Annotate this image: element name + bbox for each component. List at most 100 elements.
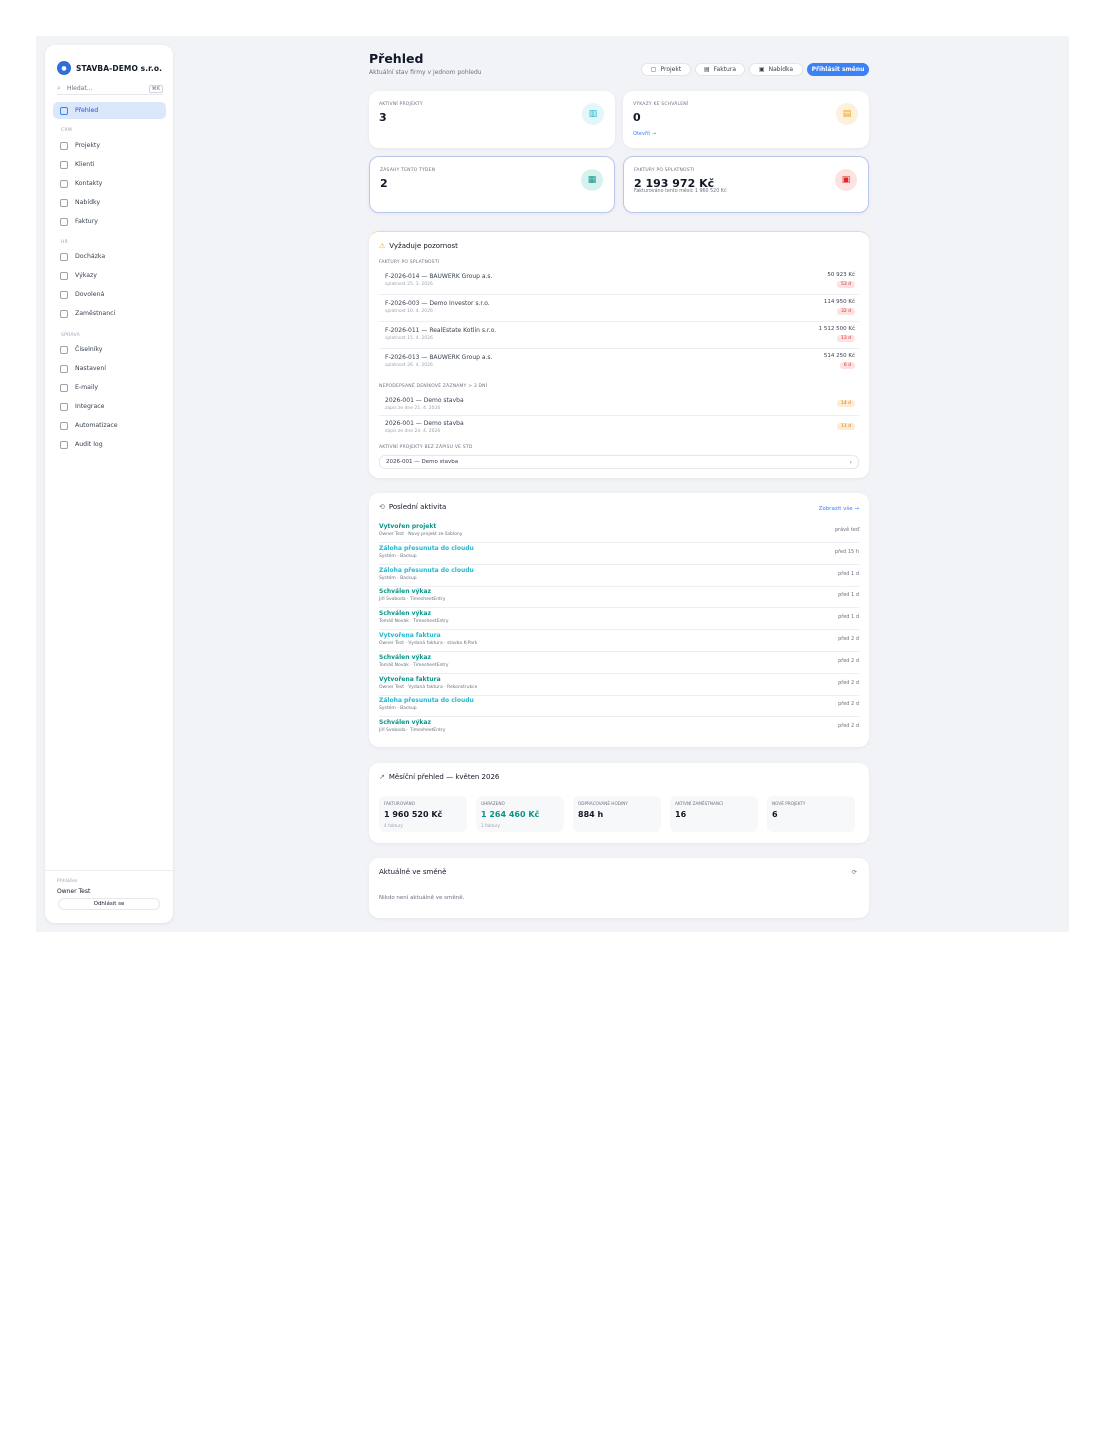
activity-sub: Owner Test · Vydaná faktura · Rekonstruk… <box>379 684 478 690</box>
chevron-right-icon: › <box>849 458 852 466</box>
grid-icon <box>60 106 68 115</box>
stale-diary-row[interactable]: 2026-001 — Demo stavba zápis ze dne 24. 4… <box>379 417 859 439</box>
invoice-icon: ▣ <box>835 169 857 191</box>
project-icon: ▢ <box>650 66 657 73</box>
logout-button[interactable]: Odhlásit se <box>58 898 160 910</box>
attention-panel: ⚠ Vyžaduje pozornost FAKTURY PO SPLATNOST… <box>369 231 869 478</box>
page-subtitle: Aktuální stav firmy v jednom pohledu <box>369 69 482 76</box>
sidebar-item-nabidky[interactable]: Nabídky <box>53 194 166 211</box>
stat-subtext: Fakturováno tento měsíc 1 960 520 Kč <box>634 189 727 194</box>
button-label: Faktura <box>713 66 737 73</box>
sidebar-item-label: Výkazy <box>75 272 97 279</box>
search-placeholder: Hledat... <box>67 85 93 92</box>
activity-title: Vytvořena faktura <box>379 675 441 683</box>
sidebar-item-prehled[interactable]: Přehled <box>53 102 166 119</box>
sidebar-item-dovolena[interactable]: Dovolená <box>53 286 166 303</box>
overdue-badge: 6 d <box>839 362 855 369</box>
overdue-amount: 514 250 Kč <box>823 353 855 359</box>
history-icon: ⟲ <box>379 503 385 511</box>
stat-card-pending-reports[interactable]: VÝKAZY KE SCHVÁLENÍ 0 ▤ Otevřít → <box>623 91 869 148</box>
clock-in-button[interactable]: Přihlásit směnu <box>807 63 869 76</box>
stale-diary-row[interactable]: 2026-001 — Demo stavba zápis ze dne 21. 4… <box>379 394 859 416</box>
activity-row[interactable]: Záloha přesunuta do cloudu Systém · Backu… <box>379 543 859 565</box>
activity-title: Vytvořen projekt <box>379 523 437 530</box>
activity-row[interactable]: Vytvořen projekt Owner Test · Nový projek… <box>379 521 859 543</box>
sidebar-item-projekty[interactable]: Projekty <box>53 137 166 154</box>
new-invoice-button[interactable]: ▤ Faktura <box>695 63 745 76</box>
sidebar-item-klienti[interactable]: Klienti <box>53 156 166 173</box>
sidebar-item-kontakty[interactable]: Kontakty <box>53 175 166 192</box>
sidebar-item-faktury[interactable]: Faktury <box>53 213 166 230</box>
new-project-button[interactable]: ▢ Projekt <box>641 63 691 76</box>
activity-row[interactable]: Vytvořena faktura Owner Test · Vydaná fak… <box>379 674 859 696</box>
button-label: Projekt <box>660 66 682 73</box>
overdue-row[interactable]: F-2026-003 — Demo Investor s.r.o. splatno… <box>379 296 859 322</box>
sidebar-item-automatizace[interactable]: Automatizace <box>53 417 166 434</box>
overdue-title: F-2026-013 — BAUWERK Group a.s. <box>385 354 493 361</box>
stat-card-active-projects[interactable]: AKTIVNÍ PROJEKTY 3 ▥ <box>369 91 615 148</box>
activity-row[interactable]: Schválen výkaz Tomáš Novák · TimesheetEnt… <box>379 608 859 631</box>
sidebar-item-nastaveni[interactable]: Nastavení <box>53 360 166 377</box>
shift-panel: Aktuálně ve směně ⟳ Nikdo není aktuálně … <box>369 858 869 918</box>
contact-icon <box>60 179 68 188</box>
activity-row[interactable]: Záloha přesunuta do cloudu Systém · Backu… <box>379 565 859 587</box>
shift-title: Aktuálně ve směně <box>379 868 447 876</box>
sidebar-item-label: Integrace <box>75 403 105 410</box>
no-entry-project-row[interactable]: 2026-001 — Demo stavba › <box>379 455 859 469</box>
overdue-badge: 13 d <box>836 335 855 342</box>
activity-sub: Owner Test · Nový projekt ze šablony <box>379 532 463 537</box>
sidebar-footer-divider <box>45 870 173 871</box>
open-reports-link[interactable]: Otevřít → <box>633 131 656 137</box>
activity-row[interactable]: Schválen výkaz Jiří Svoboda · TimesheetEn… <box>379 717 859 739</box>
sidebar-item-label: Dovolená <box>75 291 105 298</box>
overdue-row[interactable]: F-2026-014 — BAUWERK Group a.s. splatnost… <box>379 269 859 295</box>
sidebar-section-sprava: SPRÁVA <box>61 333 80 338</box>
sidebar-item-integrace[interactable]: Integrace <box>53 398 166 415</box>
activity-row[interactable]: Schválen výkaz Jiří Svoboda · TimesheetEn… <box>379 586 859 609</box>
activity-title: Schválen výkaz <box>379 610 431 618</box>
company-name: STAVBA-DEMO s.r.o. <box>76 63 163 73</box>
activity-row[interactable]: Vytvořena faktura Owner Test · Vydaná fak… <box>379 630 859 652</box>
page-title: Přehled <box>369 51 424 66</box>
section-title-text: Vyžaduje pozornost <box>389 242 458 250</box>
history-icon <box>60 440 68 449</box>
search-input[interactable]: ⌕ Hledat... ⌘K <box>57 83 163 95</box>
clipboard-icon: ▤ <box>836 103 858 125</box>
activity-row[interactable]: Schválen výkaz Tomáš Novák · TimesheetEnt… <box>379 652 859 674</box>
stat-label: FAKTURY PO SPLATNOSTI <box>634 168 695 173</box>
company-logo: ● <box>57 61 71 75</box>
sidebar-item-emaily[interactable]: E-maily <box>53 379 166 396</box>
brand[interactable]: ● STAVBA-DEMO s.r.o. <box>57 61 162 75</box>
month-title: ↗ Měsíční přehled — květen 2026 <box>379 773 499 781</box>
stat-card-week-interventions[interactable]: ZÁSAHY TENTO TÝDEN 2 ▦ <box>369 156 615 213</box>
activity-sub: Owner Test · Vydaná faktura · stavba K-P… <box>379 641 478 646</box>
refresh-icon[interactable]: ⟳ <box>852 869 857 876</box>
sidebar-item-ciselniky[interactable]: Číselníky <box>53 341 166 358</box>
sidebar-item-zamestnanci[interactable]: Zaměstnanci <box>53 305 166 322</box>
new-offer-button[interactable]: ▣ Nabídka <box>749 63 803 76</box>
activity-time: právě teď <box>834 527 859 533</box>
calendar-icon: ▦ <box>581 169 603 191</box>
sidebar-item-vykazy[interactable]: Výkazy <box>53 267 166 284</box>
sidebar-item-dochazka[interactable]: Docházka <box>53 248 166 265</box>
activity-time: před 2 d <box>838 723 859 730</box>
activity-time: před 15 h <box>834 548 859 555</box>
overdue-row[interactable]: F-2026-013 — BAUWERK Group a.s. splatnost… <box>379 350 859 376</box>
overdue-title: F-2026-014 — BAUWERK Group a.s. <box>385 273 493 280</box>
activity-title: Schválen výkaz <box>379 588 431 596</box>
sidebar-item-label: Nabídky <box>75 199 101 206</box>
app-window: ● STAVBA-DEMO s.r.o. ⌕ Hledat... ⌘K Přeh… <box>36 36 1069 932</box>
overdue-row[interactable]: F-2026-011 — RealEstate Kotlin s.r.o. spl… <box>379 323 859 349</box>
activity-title: Záloha přesunuta do cloudu <box>379 544 474 552</box>
invoice-icon <box>60 217 68 226</box>
sidebar-item-audit-log[interactable]: Audit log <box>53 436 166 453</box>
activity-time: před 1 d <box>838 592 859 599</box>
activity-sub: Tomáš Novák · TimesheetEntry <box>379 619 449 625</box>
show-all-link[interactable]: Zobrazit vše → <box>819 506 859 512</box>
metric-label: ODPRACOVANÉ HODINY <box>578 801 628 806</box>
overdue-due: splatnost 10. 4. 2026 <box>385 309 433 314</box>
sidebar-item-label: Přehled <box>75 107 99 114</box>
stat-card-overdue-invoices[interactable]: FAKTURY PO SPLATNOSTI 2 193 972 Kč Faktu… <box>623 156 869 213</box>
stat-label: ZÁSAHY TENTO TÝDEN <box>380 168 436 173</box>
activity-row[interactable]: Záloha přesunuta do cloudu Systém · Backu… <box>379 695 859 718</box>
